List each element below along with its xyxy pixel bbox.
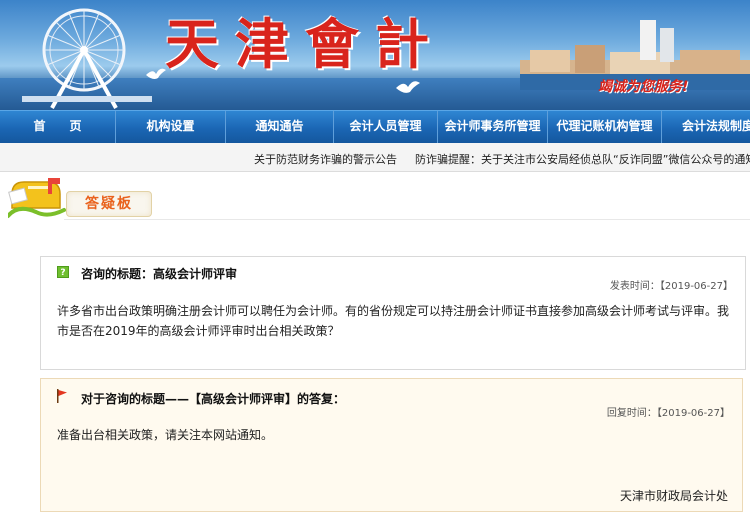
nav-item-home[interactable]: 首 页 (0, 111, 116, 143)
dove-icon (396, 81, 420, 93)
ticker-link[interactable]: 防诈骗提醒：关于关注市公安局经侦总队“反诈同盟”微信公众号的通知 (415, 151, 750, 167)
site-banner: 天津會計 竭诚为您服务! (0, 0, 750, 110)
nav-item-bookkeeping-agency[interactable]: 代理记账机构管理 (548, 111, 662, 143)
question-icon: ? (57, 266, 69, 278)
ferris-wheel-graphic (22, 8, 152, 109)
answer-signature: 天津市财政局会计处 (619, 489, 728, 503)
answer-time-label: 回复时间： (606, 408, 657, 419)
question-box: ? 咨询的标题：高级会计师评审 发表时间：【2019-06-27】 许多省市出台… (40, 256, 746, 370)
question-time-label: 发表时间： (609, 281, 660, 292)
answer-body: 准备出台相关政策，请关注本网站通知。 (57, 428, 274, 442)
board-divider (64, 219, 750, 220)
question-body: 许多省市出台政策明确注册会计师可以聘任为会计师。有的省份规定可以持注册会计师证书… (57, 304, 730, 338)
nav-item-firm-management[interactable]: 会计师事务所管理 (438, 111, 548, 143)
nav-item-regulations[interactable]: 会计法规制度 (662, 111, 750, 143)
news-ticker: 关于防范财务诈骗的警示公告 防诈骗提醒：关于关注市公安局经侦总队“反诈同盟”微信… (0, 143, 750, 172)
answer-box: 对于咨询的标题——【高级会计师评审】的答复： 回复时间：【2019-06-27】… (40, 378, 743, 512)
board-label-tag: 答疑板 (66, 191, 152, 217)
nav-item-accountant-management[interactable]: 会计人员管理 (334, 111, 438, 143)
answer-time: 回复时间：【2019-06-27】 (607, 404, 730, 419)
nav-item-organization[interactable]: 机构设置 (116, 111, 226, 143)
flag-icon (57, 389, 67, 403)
site-title: 天津會計 (165, 12, 445, 76)
main-nav: 首 页 机构设置 通知通告 会计人员管理 会计师事务所管理 代理记账机构管理 会… (0, 110, 750, 143)
question-time-value: 【2019-06-27】 (659, 281, 733, 292)
mailbox-icon (8, 178, 66, 218)
site-slogan: 竭诚为您服务! (598, 79, 689, 95)
board-label: 答疑板 (85, 196, 133, 212)
dove-icon (146, 68, 166, 79)
board-header: 答疑板 (0, 172, 750, 232)
question-time: 发表时间：【2019-06-27】 (610, 277, 733, 292)
answer-time-value: 【2019-06-27】 (656, 408, 730, 419)
ticker-link[interactable]: 关于防范财务诈骗的警示公告 (254, 151, 397, 167)
answer-heading: 对于咨询的标题——【高级会计师评审】的答复： (81, 392, 346, 406)
question-heading: 咨询的标题：高级会计师评审 (81, 267, 238, 281)
nav-item-notices[interactable]: 通知通告 (226, 111, 334, 143)
